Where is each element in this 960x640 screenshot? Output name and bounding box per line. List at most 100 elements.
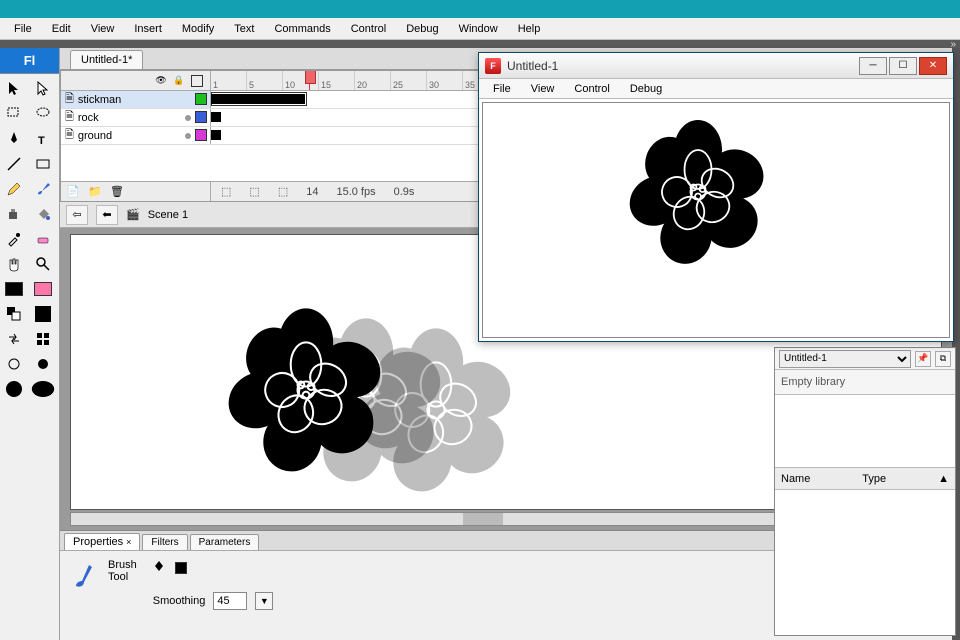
menu-edit[interactable]: Edit [42, 21, 81, 37]
line-tool[interactable] [2, 153, 26, 175]
zoom-tool[interactable] [31, 253, 55, 275]
ink-bottle-tool[interactable] [2, 203, 26, 225]
eyedropper-tool[interactable] [2, 228, 26, 250]
close-button[interactable]: ✕ [919, 57, 947, 75]
library-items-area[interactable] [775, 489, 955, 635]
player-menu-control[interactable]: Control [564, 81, 619, 97]
menu-text[interactable]: Text [224, 21, 264, 37]
layer-icon: 🗎 [65, 108, 74, 127]
menu-file[interactable]: File [4, 21, 42, 37]
player-title: Untitled-1 [507, 59, 853, 73]
playhead[interactable] [309, 71, 310, 90]
layer-dot-icon [185, 115, 191, 121]
subselection-tool[interactable] [31, 78, 55, 100]
keyframe-icon[interactable] [211, 112, 221, 122]
onion-skin-outline-icon[interactable]: ⬚ [249, 185, 259, 198]
new-library-icon[interactable]: ⧉ [935, 351, 951, 367]
fill-swatch[interactable] [31, 278, 55, 300]
library-sort-icon[interactable]: ▲ [938, 473, 949, 485]
delete-layer-icon[interactable]: 🗑 [109, 185, 125, 199]
library-col-name[interactable]: Name [781, 473, 810, 485]
brush-shape-round-icon[interactable] [2, 378, 26, 400]
scene-back-icon[interactable]: ⬅ [96, 205, 118, 225]
no-color-icon[interactable] [31, 303, 55, 325]
black-white-icon[interactable] [2, 303, 26, 325]
brush-option-icon[interactable] [2, 353, 26, 375]
layer-dot-icon [185, 133, 191, 139]
onion-skin-icon[interactable]: ⬚ [221, 185, 231, 198]
layer-name[interactable]: ground [78, 130, 112, 142]
layer-color-swatch [195, 93, 207, 105]
menu-debug[interactable]: Debug [396, 21, 448, 37]
free-transform-tool[interactable] [31, 103, 55, 125]
paint-bucket-tool[interactable] [31, 203, 55, 225]
fill-color-swatch[interactable] [175, 562, 187, 574]
pin-icon[interactable]: 📌 [915, 351, 931, 367]
outline-column-icon[interactable] [190, 74, 204, 88]
keyframe-icon[interactable] [211, 130, 221, 140]
player-menu-file[interactable]: File [483, 81, 521, 97]
keyframe-icon[interactable] [295, 94, 305, 104]
fill-toggle-icon[interactable] [153, 559, 167, 576]
player-titlebar[interactable]: F Untitled-1 ─ ☐ ✕ [479, 53, 953, 79]
library-col-type[interactable]: Type [862, 473, 886, 485]
close-icon[interactable]: × [126, 537, 131, 547]
new-layer-icon[interactable]: 📄 [65, 185, 81, 199]
player-menu-debug[interactable]: Debug [620, 81, 672, 97]
player-stage [482, 102, 950, 338]
ruler-tick: 1 [211, 71, 247, 90]
hand-tool[interactable] [2, 253, 26, 275]
new-folder-icon[interactable]: 📁 [87, 185, 103, 199]
brush-tool[interactable] [31, 178, 55, 200]
edit-multiple-icon[interactable]: ⬚ [278, 185, 288, 198]
smoothing-input[interactable] [213, 592, 247, 610]
menu-modify[interactable]: Modify [172, 21, 224, 37]
brush-fill-icon[interactable] [31, 353, 55, 375]
options-icon[interactable] [31, 328, 55, 350]
brush-icon [72, 559, 92, 591]
menu-commands[interactable]: Commands [264, 21, 340, 37]
scene-name[interactable]: Scene 1 [148, 209, 188, 221]
smoothing-dropdown-icon[interactable]: ▼ [255, 592, 273, 610]
flash-player-icon: F [485, 58, 501, 74]
document-tab[interactable]: Untitled-1* [70, 50, 143, 69]
selection-tool[interactable] [2, 78, 26, 100]
stage-artwork[interactable] [221, 305, 391, 478]
text-tool[interactable]: T [31, 128, 55, 150]
eraser-tool[interactable] [31, 228, 55, 250]
menu-window[interactable]: Window [449, 21, 508, 37]
lasso-tool[interactable] [2, 103, 26, 125]
stroke-swatch[interactable] [2, 278, 26, 300]
maximize-button[interactable]: ☐ [889, 57, 917, 75]
test-movie-window[interactable]: F Untitled-1 ─ ☐ ✕ File View Control Deb… [478, 52, 954, 342]
minimize-button[interactable]: ─ [859, 57, 887, 75]
pen-tool[interactable] [2, 128, 26, 150]
visibility-column-icon[interactable] [154, 74, 168, 88]
layer-color-swatch [195, 129, 207, 141]
rectangle-tool[interactable] [31, 153, 55, 175]
menu-insert[interactable]: Insert [124, 21, 172, 37]
main-menu-bar: File Edit View Insert Modify Text Comman… [0, 18, 960, 40]
svg-text:T: T [38, 135, 45, 147]
menu-control[interactable]: Control [341, 21, 396, 37]
lock-column-icon[interactable] [172, 74, 186, 88]
library-item-list[interactable] [775, 394, 955, 467]
menu-view[interactable]: View [81, 21, 125, 37]
menu-help[interactable]: Help [508, 21, 551, 37]
brush-shape-oval-icon[interactable] [31, 378, 55, 400]
edit-scene-icon[interactable]: ⇦ [66, 205, 88, 225]
ruler-tick: 5 [247, 71, 283, 90]
pencil-tool[interactable] [2, 178, 26, 200]
ruler-tick: 30 [427, 71, 463, 90]
library-document-select[interactable]: Untitled-1 [779, 350, 911, 368]
app-logo: Fl [0, 48, 59, 74]
frame-rate: 15.0 fps [336, 186, 375, 198]
tab-parameters[interactable]: Parameters [190, 534, 260, 550]
layer-name[interactable]: stickman [78, 94, 121, 106]
player-menu-bar: File View Control Debug [479, 79, 953, 99]
swap-colors-icon[interactable] [2, 328, 26, 350]
layer-name[interactable]: rock [78, 112, 99, 124]
player-menu-view[interactable]: View [521, 81, 565, 97]
tab-properties[interactable]: Properties× [64, 533, 140, 550]
tab-filters[interactable]: Filters [142, 534, 187, 550]
